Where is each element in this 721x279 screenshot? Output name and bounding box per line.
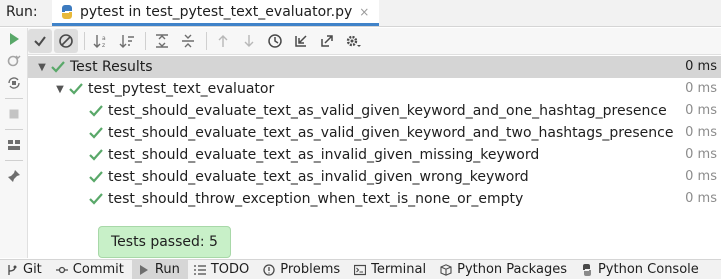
tool-window-label: Python Console	[597, 262, 699, 277]
tool-window-label: Problems	[280, 262, 341, 277]
tests-passed-tooltip: Tests passed: 5	[98, 226, 231, 258]
toggle-auto-test-icon[interactable]	[0, 72, 28, 94]
python-test-icon	[60, 4, 74, 19]
tool-window-python-packages[interactable]: Python Packages	[434, 260, 575, 279]
tool-window-label: Python Packages	[457, 262, 567, 277]
toolbar-divider	[145, 32, 146, 50]
chevron-down-icon[interactable]: ▼	[34, 62, 50, 73]
collapse-all-icon[interactable]	[176, 29, 200, 53]
duration-label: 0 ms	[685, 81, 717, 96]
gutter-divider	[5, 160, 23, 161]
tool-window-label: Terminal	[371, 262, 427, 277]
passed-check-icon	[89, 127, 103, 139]
test-runner-toolbar: az	[28, 28, 721, 55]
gutter-divider	[5, 98, 23, 99]
tool-window-label: TODO	[210, 262, 250, 277]
tool-window-terminal[interactable]: Terminal	[348, 260, 434, 279]
duration-label: 0 ms	[685, 103, 717, 118]
test-case-label: test_should_evaluate_text_as_valid_given…	[108, 103, 667, 119]
toolbar-divider	[84, 32, 85, 50]
run-config-tab-label: pytest in test_pytest_text_evaluator.py	[80, 3, 353, 20]
duration-label: 0 ms	[685, 125, 717, 140]
duration-label: 0 ms	[685, 191, 717, 206]
todo-list-icon	[193, 264, 206, 275]
tool-window-run[interactable]: Run	[131, 259, 188, 279]
rerun-icon[interactable]	[0, 28, 28, 50]
tool-window-label: Commit	[72, 262, 124, 277]
problems-icon	[263, 263, 275, 276]
git-branch-icon	[8, 264, 17, 275]
chevron-down-icon[interactable]: ▼	[52, 84, 68, 95]
run-side-toolbar	[0, 28, 28, 258]
test-case-row[interactable]: test_should_evaluate_text_as_valid_given…	[28, 100, 721, 122]
test-case-row[interactable]: test_should_evaluate_text_as_invalid_giv…	[28, 166, 721, 188]
expand-all-icon[interactable]	[150, 29, 174, 53]
import-tests-icon[interactable]	[289, 29, 313, 53]
passed-check-icon	[89, 193, 103, 205]
test-suite-row[interactable]: ▼ test_pytest_text_evaluator 0 ms	[28, 78, 721, 100]
tool-window-git[interactable]: Git	[0, 260, 50, 279]
duration-label: 0 ms	[685, 169, 717, 184]
test-case-label: test_should_evaluate_text_as_valid_given…	[108, 125, 674, 141]
duration-label: 0 ms	[685, 59, 717, 74]
test-history-icon[interactable]	[263, 29, 287, 53]
test-case-label: test_should_evaluate_text_as_invalid_giv…	[108, 147, 540, 163]
run-label: Run:	[6, 4, 38, 20]
test-case-row[interactable]: test_should_evaluate_text_as_invalid_giv…	[28, 144, 721, 166]
python-console-icon	[582, 263, 591, 276]
terminal-icon	[354, 264, 367, 275]
passed-check-icon	[51, 61, 65, 73]
tool-window-python-console[interactable]: Python Console	[575, 260, 707, 279]
tool-window-problems[interactable]: Problems	[257, 260, 348, 279]
sort-by-duration-icon[interactable]	[115, 29, 139, 53]
commit-icon	[55, 266, 68, 273]
test-case-label: test_should_evaluate_text_as_invalid_giv…	[108, 169, 529, 185]
test-case-label: test_should_throw_exception_when_text_is…	[108, 191, 524, 207]
passed-check-icon	[69, 83, 83, 95]
tree-node-label: test_pytest_text_evaluator	[88, 81, 275, 97]
run-config-tab[interactable]: pytest in test_pytest_text_evaluator.py …	[52, 0, 380, 26]
next-failed-test-icon[interactable]	[237, 29, 261, 53]
layout-icon[interactable]	[0, 134, 28, 156]
passed-check-icon	[89, 171, 103, 183]
tree-node-label: Test Results	[70, 59, 153, 75]
run-header: Run: pytest in test_pytest_text_evaluato…	[0, 0, 721, 27]
duration-label: 0 ms	[685, 147, 717, 162]
svg-text:z: z	[102, 42, 105, 49]
toolbar-divider	[206, 32, 207, 50]
packages-icon	[440, 263, 452, 276]
tool-window-label: Run	[154, 262, 180, 277]
close-tab-icon[interactable]: ×	[359, 5, 369, 19]
tool-window-bar: Git Commit Run TODO Problems Terminal Py…	[0, 259, 721, 279]
passed-check-icon	[89, 105, 103, 117]
run-icon	[139, 264, 148, 275]
run-tool-window: Run: pytest in test_pytest_text_evaluato…	[0, 0, 721, 279]
test-case-row[interactable]: test_should_evaluate_text_as_valid_given…	[28, 122, 721, 144]
sort-alphabetically-icon[interactable]: az	[89, 29, 113, 53]
stop-icon[interactable]	[0, 103, 28, 125]
svg-text:a: a	[102, 35, 106, 42]
rerun-failed-icon[interactable]	[0, 50, 28, 72]
tool-window-commit[interactable]: Commit	[50, 260, 132, 279]
test-case-row[interactable]: test_should_throw_exception_when_text_is…	[28, 188, 721, 210]
test-results-root-row[interactable]: ▼ Test Results 0 ms	[28, 56, 721, 78]
tool-window-label: Git	[23, 262, 42, 277]
settings-gear-icon[interactable]	[341, 29, 365, 53]
pin-tab-icon[interactable]	[0, 165, 28, 187]
passed-check-icon	[89, 149, 103, 161]
show-ignored-icon[interactable]	[54, 29, 78, 53]
gutter-divider	[5, 129, 23, 130]
show-passed-icon[interactable]	[28, 29, 52, 53]
tool-window-todo[interactable]: TODO	[188, 260, 257, 279]
previous-failed-test-icon[interactable]	[211, 29, 235, 53]
export-tests-icon[interactable]	[315, 29, 339, 53]
